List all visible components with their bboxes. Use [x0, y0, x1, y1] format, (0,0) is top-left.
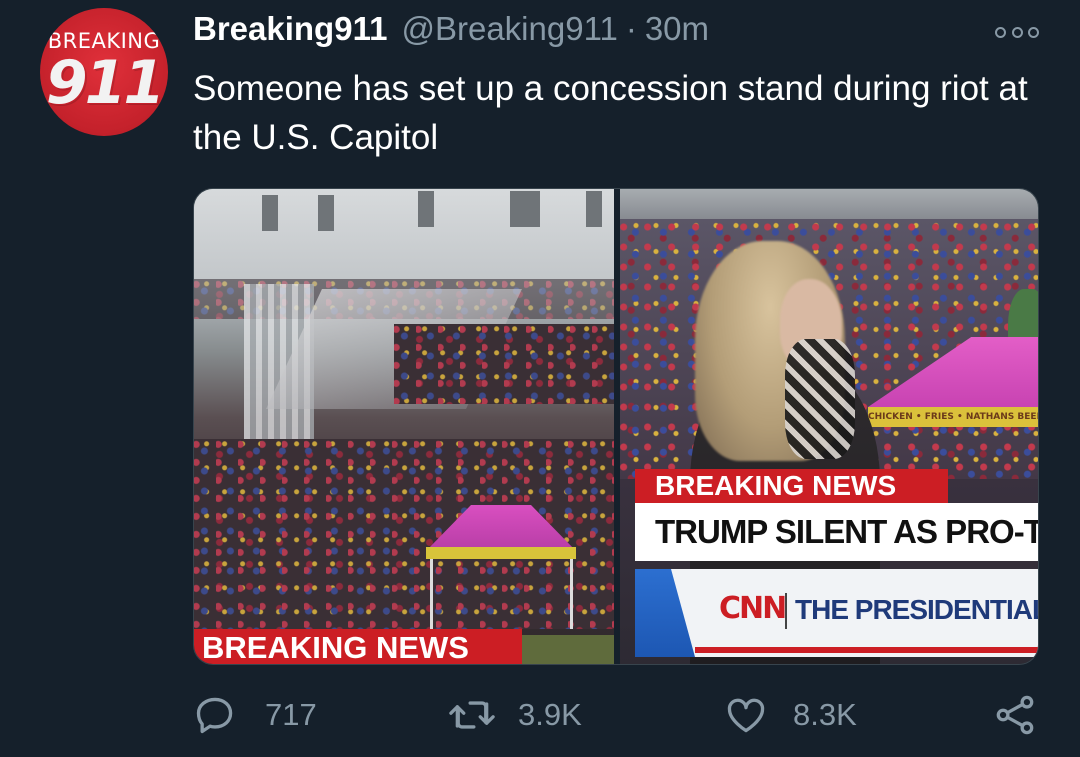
avatar[interactable]: BREAKING 911	[40, 8, 168, 136]
cnn-logo: CNN	[719, 591, 787, 626]
tweet-text: Someone has set up a concession stand du…	[193, 69, 1028, 157]
reply-button[interactable]: 717	[193, 690, 317, 740]
building-window	[586, 191, 602, 227]
tweet-header: Breaking911 @Breaking911 · 30m	[193, 10, 709, 54]
lower-third-strip	[522, 635, 614, 664]
concession-tent-banner: CHICKEN • FRIES • NATHANS BEEF	[868, 407, 1038, 427]
user-handle[interactable]: @Breaking911	[401, 10, 617, 48]
cnn-red-line	[695, 647, 1038, 653]
cnn-blue-accent	[635, 569, 695, 657]
more-dot	[995, 26, 1006, 38]
reporter-scarf	[785, 339, 855, 459]
more-options-icon[interactable]	[995, 20, 1039, 44]
cnn-headline: TRUMP SILENT AS PRO-TI	[635, 503, 1038, 561]
tent-pole	[570, 559, 573, 629]
display-name[interactable]: Breaking911	[193, 10, 387, 48]
more-dot	[1011, 26, 1023, 38]
reply-icon	[196, 697, 233, 734]
tweet[interactable]: BREAKING 911 Breaking911 @Breaking911 · …	[0, 0, 1080, 757]
like-button[interactable]: 8.3K	[723, 690, 857, 740]
media-image-right[interactable]: CHICKEN • FRIES • NATHANS BEEF BREAKING …	[620, 189, 1039, 664]
retweet-icon	[449, 701, 495, 729]
share-button[interactable]	[993, 690, 1037, 740]
retweet-button[interactable]: 3.9K	[448, 690, 582, 740]
share-icon	[996, 695, 1034, 735]
capitol-building	[194, 189, 614, 279]
reply-count: 717	[265, 697, 317, 732]
cnn-divider	[785, 593, 787, 629]
like-count: 8.3K	[793, 697, 857, 732]
retweet-count: 3.9K	[518, 697, 582, 732]
tweet-timestamp[interactable]: 30m	[645, 10, 709, 48]
building-window	[318, 195, 334, 231]
cnn-lower-bar: CNN THE PRESIDENTIAL ELEC	[635, 569, 1039, 657]
building-window	[262, 195, 278, 231]
breaking-news-banner: BREAKING NEWS	[194, 629, 522, 664]
more-dot	[1028, 26, 1039, 38]
tent-pole	[430, 559, 433, 629]
building-window	[418, 191, 434, 227]
media-image-left[interactable]: BREAKING NEWS	[194, 189, 614, 664]
cnn-sub-headline: THE PRESIDENTIAL ELEC	[795, 594, 1039, 625]
concession-tent-banner	[426, 547, 576, 559]
cnn-breaking-news-label: BREAKING NEWS	[635, 469, 948, 503]
tweet-media[interactable]: BREAKING NEWS CHICKEN • FRIES • NATHANS …	[193, 188, 1039, 665]
tweet-actions: 717 3.9K 8.3K	[193, 690, 1053, 740]
heart-icon	[727, 698, 765, 733]
building-window	[510, 191, 540, 227]
crowd-terrace	[394, 324, 614, 404]
avatar-911-text: 911	[45, 48, 165, 118]
header-separator: ·	[625, 10, 637, 47]
